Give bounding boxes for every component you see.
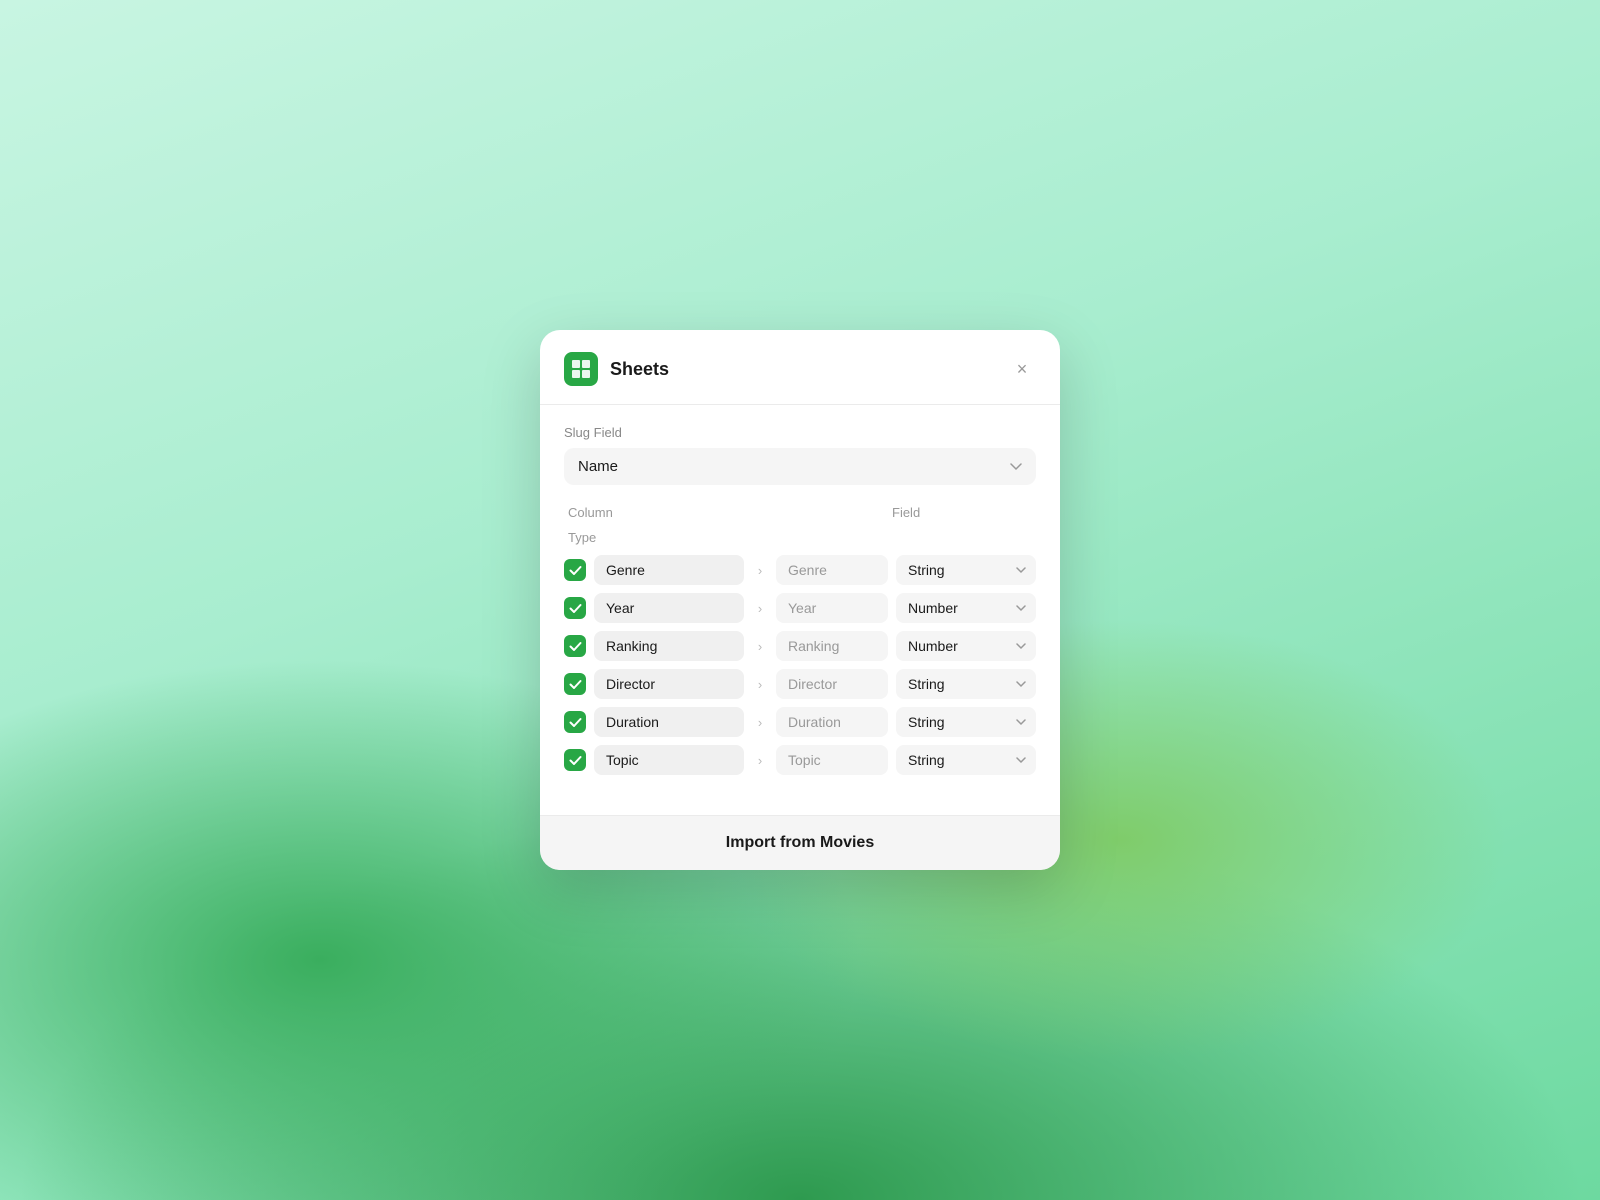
sheets-icon: [564, 352, 598, 386]
modal-header: Sheets ×: [540, 330, 1060, 405]
modal-dialog: Sheets × Slug Field Name Column Field Ty…: [540, 330, 1060, 870]
col-cell-ranking: Ranking: [564, 631, 744, 661]
checkbox-year[interactable]: [564, 597, 586, 619]
field-input-year[interactable]: [776, 593, 888, 623]
type-select-genre[interactable]: String Number Boolean Date: [896, 555, 1036, 585]
field-input-topic[interactable]: [776, 745, 888, 775]
field-row: Duration › String Number Boolean Date: [564, 707, 1036, 737]
col-cell-genre: Genre: [564, 555, 744, 585]
column-header-field: Field: [892, 505, 1032, 520]
column-headers: Column Field Type: [564, 505, 1036, 545]
field-rows: Genre › String Number Boolean Date Year …: [564, 555, 1036, 775]
checkbox-genre[interactable]: [564, 559, 586, 581]
slug-field-select[interactable]: Name: [564, 448, 1036, 485]
col-cell-topic: Topic: [564, 745, 744, 775]
col-cell-director: Director: [564, 669, 744, 699]
col-pill-director: Director: [594, 669, 744, 699]
arrow-genre: ›: [752, 563, 768, 578]
arrow-topic: ›: [752, 753, 768, 768]
type-select-duration[interactable]: String Number Boolean Date: [896, 707, 1036, 737]
arrow-year: ›: [752, 601, 768, 616]
checkbox-director[interactable]: [564, 673, 586, 695]
checkbox-duration[interactable]: [564, 711, 586, 733]
checkbox-ranking[interactable]: [564, 635, 586, 657]
type-select-ranking[interactable]: String Number Boolean Date: [896, 631, 1036, 661]
column-header-column: Column: [568, 505, 748, 520]
type-select-topic[interactable]: String Number Boolean Date: [896, 745, 1036, 775]
col-pill-topic: Topic: [594, 745, 744, 775]
field-input-genre[interactable]: [776, 555, 888, 585]
col-pill-duration: Duration: [594, 707, 744, 737]
field-row: Ranking › String Number Boolean Date: [564, 631, 1036, 661]
field-row: Director › String Number Boolean Date: [564, 669, 1036, 699]
checkbox-topic[interactable]: [564, 749, 586, 771]
arrow-director: ›: [752, 677, 768, 692]
arrow-duration: ›: [752, 715, 768, 730]
col-cell-duration: Duration: [564, 707, 744, 737]
field-row: Genre › String Number Boolean Date: [564, 555, 1036, 585]
col-cell-year: Year: [564, 593, 744, 623]
col-pill-year: Year: [594, 593, 744, 623]
column-header-type: Type: [568, 530, 748, 545]
col-pill-genre: Genre: [594, 555, 744, 585]
arrow-ranking: ›: [752, 639, 768, 654]
slug-field-label: Slug Field: [564, 425, 1036, 440]
type-select-year[interactable]: String Number Boolean Date: [896, 593, 1036, 623]
field-input-duration[interactable]: [776, 707, 888, 737]
type-select-director[interactable]: String Number Boolean Date: [896, 669, 1036, 699]
modal-body: Slug Field Name Column Field Type Genre …: [540, 405, 1060, 795]
field-input-ranking[interactable]: [776, 631, 888, 661]
close-button[interactable]: ×: [1008, 355, 1036, 383]
import-button[interactable]: Import from Movies: [540, 816, 1060, 870]
field-row: Year › String Number Boolean Date: [564, 593, 1036, 623]
field-input-director[interactable]: [776, 669, 888, 699]
field-row: Topic › String Number Boolean Date: [564, 745, 1036, 775]
col-pill-ranking: Ranking: [594, 631, 744, 661]
modal-title: Sheets: [610, 359, 1008, 380]
